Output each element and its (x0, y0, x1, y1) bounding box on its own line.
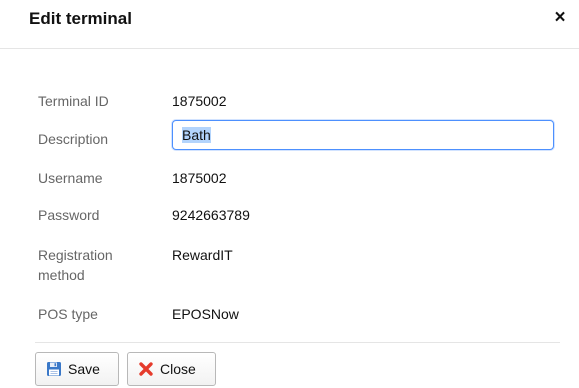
dialog-title: Edit terminal (29, 9, 132, 28)
dialog-header: Edit terminal × (0, 0, 579, 49)
password-value: 9242663789 (172, 207, 250, 223)
save-button-label: Save (68, 361, 100, 377)
description-label: Description (38, 131, 109, 147)
close-button[interactable]: Close (127, 352, 216, 386)
registration-method-label: Registration method (38, 247, 113, 283)
registration-method-value: RewardIT (172, 247, 233, 263)
terminal-id-value: 1875002 (172, 93, 227, 109)
username-value: 1875002 (172, 170, 227, 186)
floppy-disk-icon (46, 361, 62, 377)
description-input[interactable] (172, 120, 554, 150)
save-button[interactable]: Save (35, 352, 119, 386)
pos-type-value: EPOSNow (172, 306, 239, 322)
close-icon[interactable]: × (551, 8, 569, 28)
footer-divider (35, 342, 560, 343)
password-label: Password (38, 207, 100, 223)
red-x-icon (138, 361, 154, 377)
pos-type-label: POS type (38, 306, 98, 322)
username-label: Username (38, 170, 103, 186)
terminal-id-label: Terminal ID (38, 93, 109, 109)
close-button-label: Close (160, 361, 196, 377)
edit-terminal-dialog: Edit terminal × Terminal ID 1875002 Desc… (0, 0, 579, 388)
